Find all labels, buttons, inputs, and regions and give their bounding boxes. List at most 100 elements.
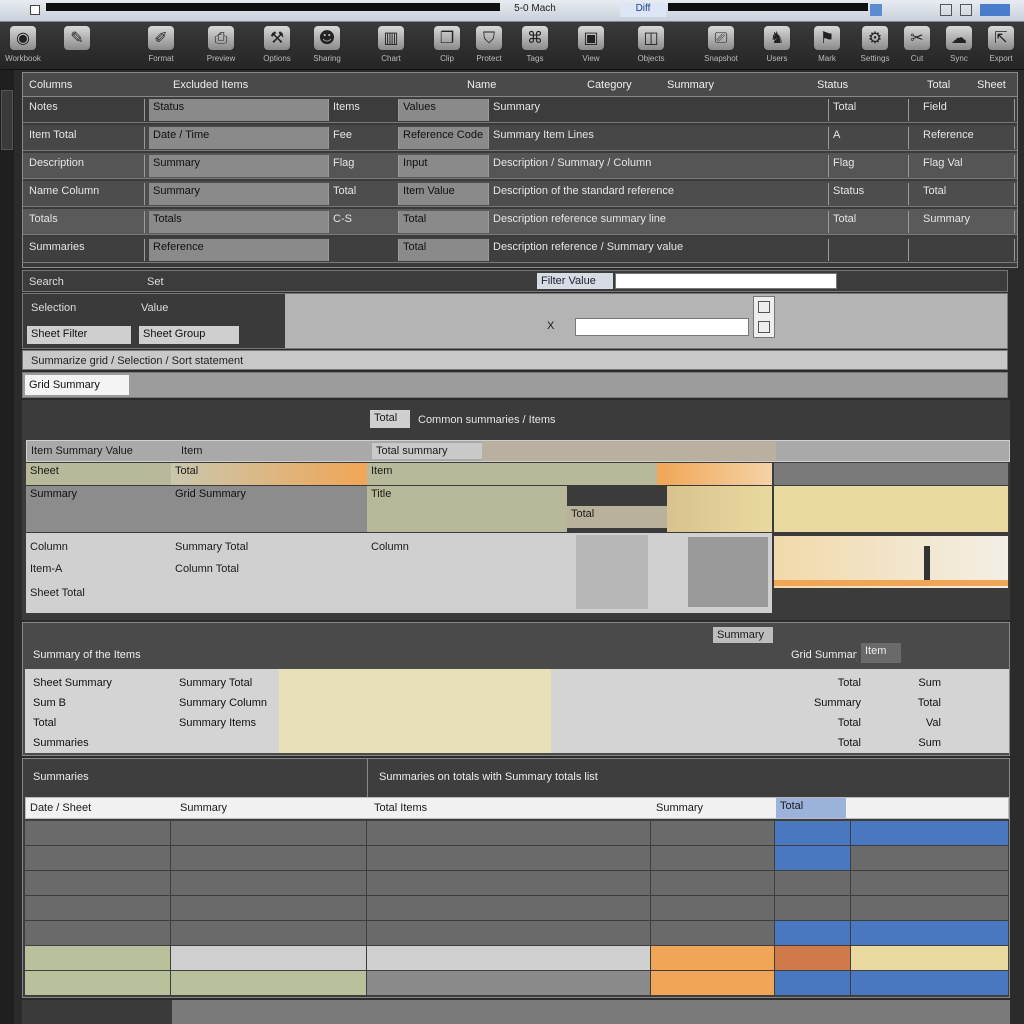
totals-row[interactable] [25,871,1009,895]
totals-row[interactable] [25,846,1009,870]
horizontal-scrollbar[interactable] [22,1000,1010,1024]
scroll-button[interactable] [22,1000,172,1024]
maximize-icon[interactable] [960,4,972,16]
ribbon-toolbar: ◉ Workbook ✎ ✐ Format ⎙ Preview ⚒ Options ☻ Sharin… [0,22,1024,70]
table-row[interactable]: Item Total Date / Time Fee Reference Code Su… [23,125,1017,151]
totals-col-header[interactable]: Total Items [370,800,510,816]
grid2-cell: Column [371,541,409,553]
totals-cell [25,921,170,945]
totals-cell [775,971,850,995]
sheet-filter-button[interactable]: Sheet Filter [27,326,131,344]
table-cell: Reference [149,239,329,261]
table-row[interactable]: Totals Totals C-S Total Description referenc… [23,209,1017,235]
totals-cell [851,846,1008,870]
totals-col-header[interactable]: Summary [652,800,752,816]
slider-handle[interactable] [924,546,930,580]
totals-cell [25,821,170,845]
selection-sub: Value [141,302,169,314]
totals-row[interactable] [25,971,1009,995]
down-icon[interactable] [758,321,770,333]
table-cell: Reference Code [399,127,489,149]
table-row[interactable]: Name Column Summary Total Item Value Descrip… [23,181,1017,207]
toolbar-button[interactable]: ✎ [48,24,106,68]
minimize-icon[interactable] [940,4,952,16]
grid2-cell: Sheet [26,463,171,485]
summary-cell: Total [837,737,861,749]
col-header[interactable]: Summary [663,77,813,93]
table-cell [329,239,399,261]
totals-row[interactable] [25,821,1009,845]
spin-buttons[interactable] [753,296,775,338]
totals-row[interactable] [25,921,1009,945]
x-label: X [547,320,555,332]
col-header[interactable]: Excluded Items [169,77,369,93]
col-header[interactable]: Sheet [973,77,1013,93]
grid2-row[interactable]: Column Summary Total Column Item-A Colum… [26,533,772,613]
table-row[interactable]: Description Summary Flag Input Description /… [23,153,1017,179]
totals-subheader: Date / Sheet Summary Total Items Summary… [25,797,1009,819]
col-header[interactable]: Name [463,77,583,93]
block3-highlight [279,669,551,753]
toolbar-button[interactable]: ▥ Chart [362,24,420,68]
toolbar-button[interactable]: ☻ Sharing [298,24,356,68]
table-cell: Input [399,155,489,177]
totals-cell [367,946,650,970]
totals-col-header[interactable]: Total [776,798,846,818]
totals-row[interactable] [25,946,1009,970]
value-input[interactable] [575,318,749,336]
summary-cell: Sum B [33,697,67,709]
table-row[interactable]: Summaries Reference Total Description refer… [23,237,1017,263]
table-row[interactable]: Notes Status Items Values Summary Total Field [23,97,1017,123]
toolbar-button[interactable]: ◫ Objects [622,24,680,68]
rail-handle[interactable] [1,90,13,150]
col-header[interactable]: Category [583,77,663,93]
help-icon[interactable] [870,4,882,16]
grid2-row[interactable]: Sheet Total Item [26,463,772,485]
grid2-cell: Column [30,541,68,553]
copy-icon: ❐ [434,26,460,50]
totals-cell [851,821,1008,845]
totals-row[interactable] [25,896,1009,920]
toolbar-button[interactable]: ✐ Format [132,24,190,68]
totals-cell [651,971,774,995]
summary-cell [175,735,305,739]
toolbar-button[interactable]: ▣ View [562,24,620,68]
totals-cell [651,871,774,895]
summary-cell: Sum [918,737,941,749]
close-icon[interactable] [980,4,1010,16]
col-header[interactable]: Total [923,77,973,93]
grid2-col-header[interactable]: Item [177,443,207,459]
col-header[interactable]: Status [813,77,893,93]
title-strip-right [668,3,868,11]
tab-grid-summary[interactable]: Grid Summary [25,375,129,395]
sheet-group-button[interactable]: Sheet Group [139,326,239,344]
table-cell: Status [149,99,329,121]
table-cell: Total [399,211,489,233]
toolbar-button[interactable]: ⎚ Snapshot [692,24,750,68]
toolbar-button[interactable]: ◉ Workbook [0,24,52,68]
totals-col-header[interactable]: Summary [176,800,296,816]
grid2-col-header[interactable]: Total summary [372,443,482,459]
toolbar-button-label: Chart [381,54,401,63]
summary-cell: Total [837,677,861,689]
table-cell: Field [919,99,1015,121]
summary-cell: Total [917,697,941,709]
globe-icon: ◉ [10,26,36,50]
toolbar-button-label: View [582,54,600,63]
totals-header-left: Summaries [33,771,89,783]
filter-input[interactable] [615,273,837,289]
table-cell: Total [829,211,909,233]
toolbar-button[interactable]: ⎙ Preview [192,24,250,68]
toolbar-button[interactable]: ⇱ Export [972,24,1024,68]
totals-col-header[interactable]: Date / Sheet [26,800,156,816]
up-icon[interactable] [758,301,770,313]
col-header[interactable]: Columns [25,77,145,93]
chart-icon: ▥ [378,26,404,50]
totals-cell [367,896,650,920]
table-cell: Date / Time [149,127,329,149]
block3-label: Summary [713,627,773,643]
table-cell: Totals [25,211,145,233]
grid2-row[interactable]: Summary Grid Summary Title Total [26,486,772,532]
grid2-col-header[interactable]: Item Summary Value [27,443,177,459]
toolbar-button[interactable]: ⌘ Tags [506,24,564,68]
